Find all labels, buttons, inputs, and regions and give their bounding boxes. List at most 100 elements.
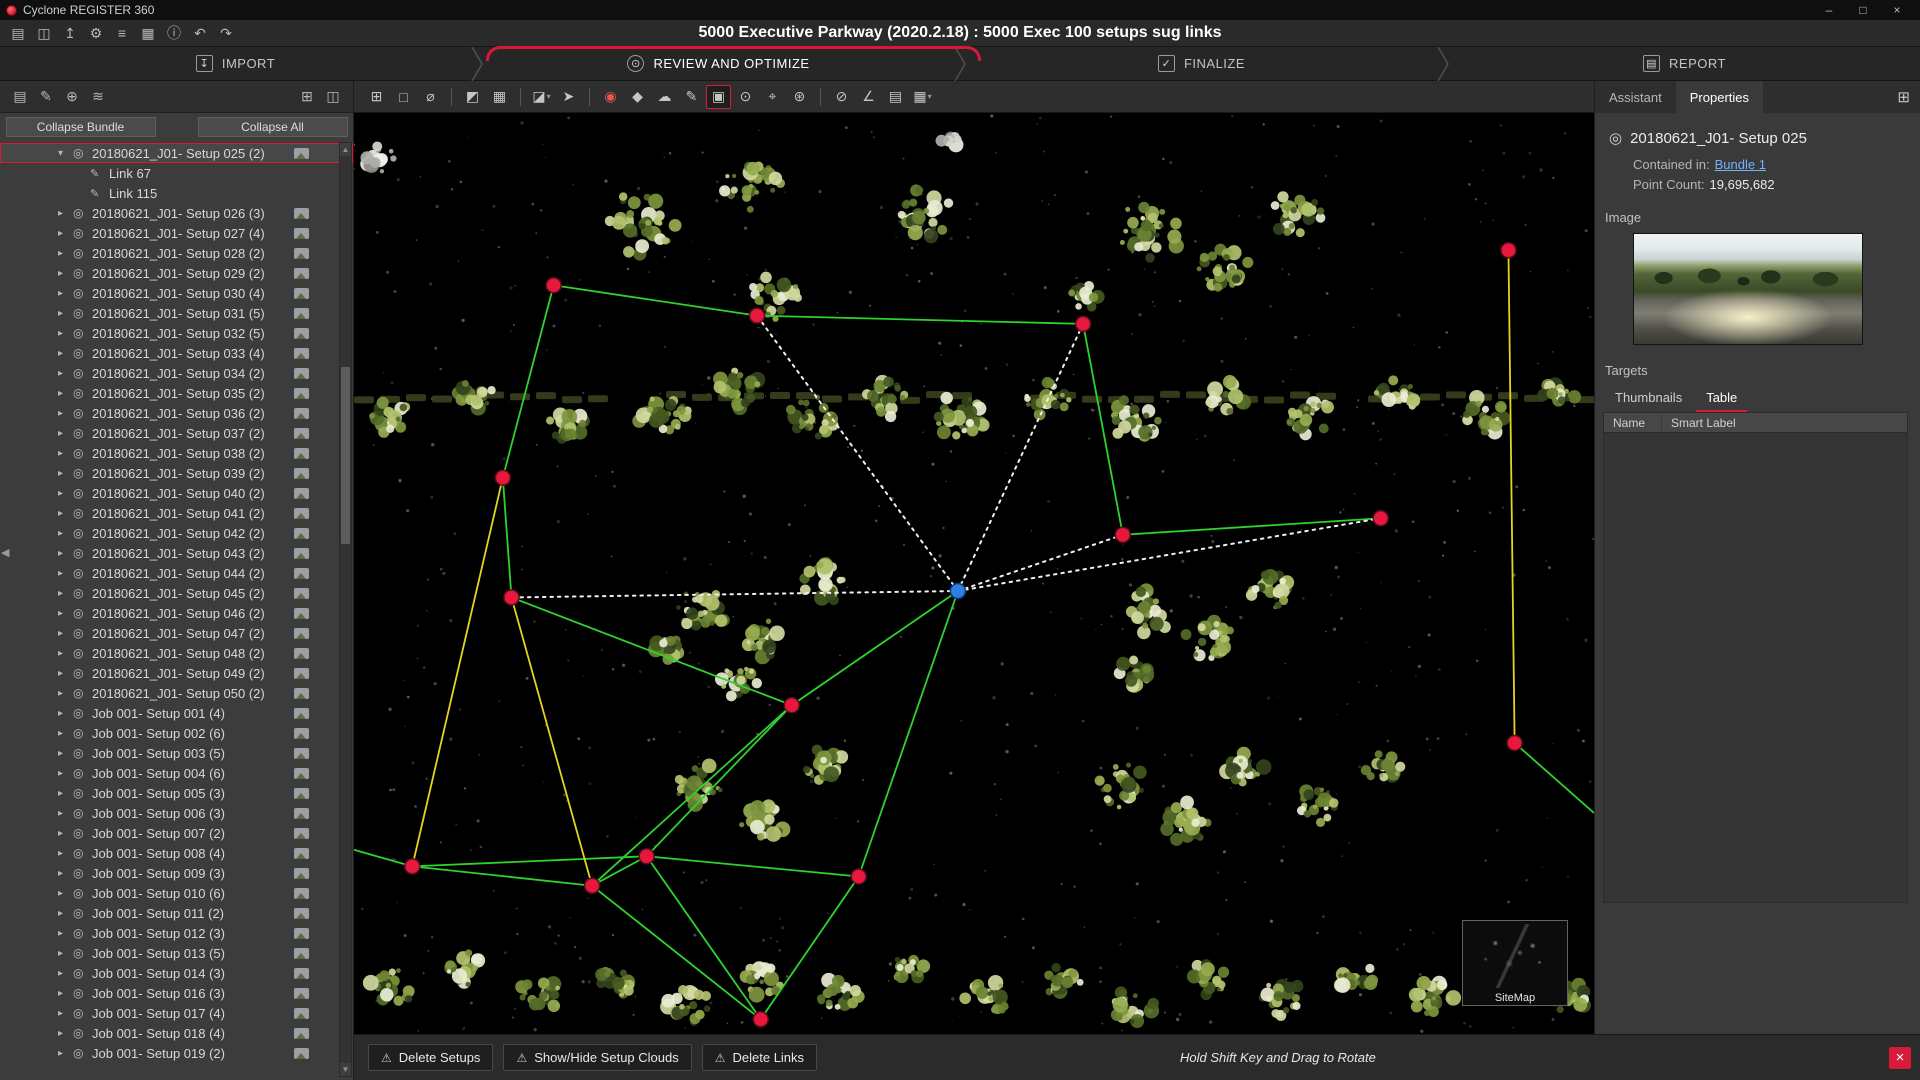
expander-icon[interactable]: ▸ [58,908,73,919]
tree-item[interactable]: ▸◎20180621_J01- Setup 040 (2) [0,483,353,503]
view-options-icon[interactable]: ▦▾ [910,85,935,109]
tree-item[interactable]: ▸◎20180621_J01- Setup 035 (2) [0,383,353,403]
expander-icon[interactable]: ▸ [58,948,73,959]
tree-item[interactable]: ▸◎20180621_J01- Setup 046 (2) [0,603,353,623]
tree-item[interactable]: ▸◎Job 001- Setup 014 (3) [0,963,353,983]
tree-item[interactable]: ▸◎20180621_J01- Setup 037 (2) [0,423,353,443]
expander-icon[interactable]: ▸ [58,648,73,659]
walk-mode-icon[interactable]: ⊛ [787,85,812,109]
tab-properties[interactable]: Properties [1676,81,1763,113]
remove-link-icon[interactable]: ⊘ [829,85,854,109]
camera-view-icon[interactable]: ⊙ [733,85,758,109]
expander-icon[interactable]: ▸ [58,508,73,519]
expander-icon[interactable]: ▸ [58,528,73,539]
export-icon[interactable]: ↥ [58,22,82,44]
undo-icon[interactable]: ↶ [188,22,212,44]
expand-tree-icon[interactable]: ⊞ [295,86,319,108]
tree-item[interactable]: ▸◎20180621_J01- Setup 045 (2) [0,583,353,603]
scrollbar-down-icon[interactable]: ▼ [340,1063,351,1076]
expander-icon[interactable]: ▸ [58,608,73,619]
settings-icon[interactable]: ⚙ [84,22,108,44]
geotag-icon[interactable]: ⌖ [760,85,785,109]
expander-icon[interactable]: ▸ [58,328,73,339]
tree-item[interactable]: ▸◎20180621_J01- Setup 030 (4) [0,283,353,303]
expander-icon[interactable]: ▸ [58,1028,73,1039]
tree-item[interactable]: ▸◎Job 001- Setup 019 (2) [0,1043,353,1063]
collapse-all-button[interactable]: Collapse All [198,117,348,137]
delete-links-button[interactable]: ⚠Delete Links [702,1044,817,1071]
tree-item[interactable]: ▸◎20180621_J01- Setup 034 (2) [0,363,353,383]
tree-item[interactable]: ▸◎Job 001- Setup 009 (3) [0,863,353,883]
tree-item[interactable]: ▸◎Job 001- Setup 007 (2) [0,823,353,843]
layout-panes-icon[interactable]: ⊞ [1887,81,1920,113]
bundle-link[interactable]: Bundle 1 [1715,157,1766,172]
expander-icon[interactable]: ▸ [58,748,73,759]
sitemap-overview[interactable]: SiteMap [1462,920,1568,1006]
expander-icon[interactable]: ▸ [58,448,73,459]
expander-icon[interactable]: ▸ [58,728,73,739]
expander-icon[interactable]: ▸ [58,848,73,859]
expander-icon[interactable]: ▸ [58,548,73,559]
cloud-shade-icon[interactable]: ◩ [460,85,485,109]
expander-icon[interactable]: ▸ [58,468,73,479]
column-header-smart-label[interactable]: Smart Label [1662,416,1907,430]
tree-item[interactable]: ▸◎20180621_J01- Setup 039 (2) [0,463,353,483]
expander-icon[interactable]: ▸ [58,368,73,379]
tree-item[interactable]: ▸◎20180621_J01- Setup 032 (5) [0,323,353,343]
zoom-window-icon[interactable]: ⌀ [418,85,443,109]
add-label-icon[interactable]: ◆ [625,85,650,109]
step-finalize[interactable]: ✓FINALIZE [966,47,1437,80]
tree-item[interactable]: ▸◎Job 001- Setup 001 (4) [0,703,353,723]
image-overlay-icon[interactable]: ▤ [883,85,908,109]
tree-item[interactable]: ▸◎Job 001- Setup 010 (6) [0,883,353,903]
expander-icon[interactable]: ▸ [58,1008,73,1019]
tab-table[interactable]: Table [1696,386,1747,412]
links-view-icon[interactable]: ✎ [34,86,58,108]
pick-tool-icon[interactable]: ➤ [556,85,581,109]
tree-item[interactable]: ▸◎Job 001- Setup 017 (4) [0,1003,353,1023]
tree-item[interactable]: ▸◎Job 001- Setup 006 (3) [0,803,353,823]
scrollbar-thumb[interactable] [341,367,350,544]
tree-item[interactable]: ▸◎Job 001- Setup 013 (5) [0,943,353,963]
expander-icon[interactable]: ▸ [58,388,73,399]
redo-icon[interactable]: ↷ [214,22,238,44]
save-project-icon[interactable]: ◫ [32,22,56,44]
step-report[interactable]: ▤REPORT [1449,47,1920,80]
tree-item[interactable]: ▸◎Job 001- Setup 016 (3) [0,983,353,1003]
expander-icon[interactable]: ▸ [58,708,73,719]
collapse-left-panel-arrow[interactable]: ◀ [1,546,9,559]
copy-view-icon[interactable]: ⊞ [364,85,389,109]
column-header-name[interactable]: Name [1604,413,1662,432]
tree-item[interactable]: ▸◎20180621_J01- Setup 038 (2) [0,443,353,463]
expander-icon[interactable]: ▸ [58,228,73,239]
info-icon[interactable]: ⓘ [162,22,186,44]
tree-item[interactable]: ▸◎20180621_J01- Setup 028 (2) [0,243,353,263]
tree-item[interactable]: ▸◎Job 001- Setup 002 (6) [0,723,353,743]
expander-icon[interactable]: ▸ [58,288,73,299]
expander-icon[interactable]: ▸ [58,808,73,819]
collapse-bundle-button[interactable]: Collapse Bundle [6,117,156,137]
tab-assistant[interactable]: Assistant [1595,81,1676,113]
tree-item[interactable]: ▸◎20180621_J01- Setup 033 (4) [0,343,353,363]
tree-item[interactable]: ▸◎Job 001- Setup 018 (4) [0,1023,353,1043]
expander-icon[interactable]: ▸ [58,408,73,419]
tree-item[interactable]: ▸◎Job 001- Setup 012 (3) [0,923,353,943]
cloud-density-icon[interactable]: ▦ [487,85,512,109]
tree-item[interactable]: ▸◎20180621_J01- Setup 047 (2) [0,623,353,643]
expander-icon[interactable]: ▸ [58,928,73,939]
storage-icon[interactable]: ≡ [110,22,134,44]
show-hide-setup-clouds-button[interactable]: ⚠Show/Hide Setup Clouds [503,1044,691,1071]
tree-item[interactable]: ▸◎20180621_J01- Setup 027 (4) [0,223,353,243]
expander-icon[interactable]: ▸ [58,208,73,219]
tree-item[interactable]: ▸◎20180621_J01- Setup 041 (2) [0,503,353,523]
tree-item[interactable]: ▸◎20180621_J01- Setup 029 (2) [0,263,353,283]
add-setup-icon[interactable]: ◉ [598,85,623,109]
tree-item[interactable]: ▸◎20180621_J01- Setup 049 (2) [0,663,353,683]
pano-image-icon[interactable]: ▣ [706,85,731,109]
expander-icon[interactable]: ▾ [58,148,73,159]
tree-item[interactable]: ▾◎20180621_J01- Setup 025 (2) [0,143,353,163]
expander-icon[interactable]: ▸ [58,788,73,799]
step-import[interactable]: ↧IMPORT [0,47,471,80]
expander-icon[interactable]: ▸ [58,568,73,579]
expander-icon[interactable]: ▸ [58,668,73,679]
